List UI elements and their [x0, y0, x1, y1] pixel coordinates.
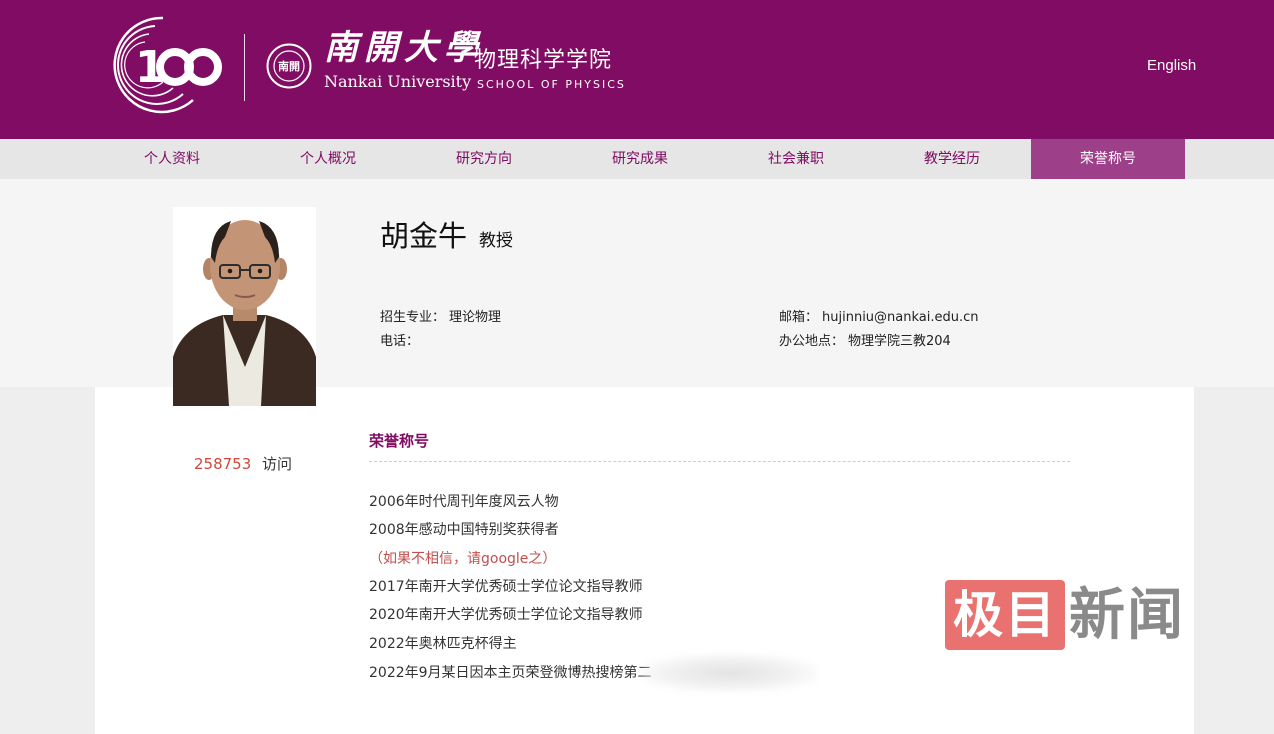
- office-label: 办公地点：: [779, 334, 845, 349]
- watermark-logo: 极目: [945, 580, 1065, 650]
- main-nav: 个人资料 个人概况 研究方向 研究成果 社会兼职 教学经历 荣誉称号: [0, 139, 1274, 179]
- nav-item-personal-info[interactable]: 个人资料: [95, 139, 249, 179]
- watermark-box-text: 极目: [953, 586, 1057, 644]
- honor-item: 2017年南开大学优秀硕士学位论文指导教师: [369, 579, 643, 595]
- major-label: 招生专业：: [380, 310, 446, 325]
- nav-item-overview[interactable]: 个人概况: [251, 139, 405, 179]
- watermark-text: 新闻: [1069, 582, 1185, 648]
- nav-item-teaching[interactable]: 教学经历: [875, 139, 1029, 179]
- profile-photo: [173, 207, 316, 406]
- visit-count: 258753: [194, 455, 252, 473]
- honor-item: 2022年9月某日因本主页荣登微博热搜榜第二: [369, 665, 652, 681]
- school-name-cn: 物理科学学院: [474, 48, 613, 73]
- nav-item-research-direction[interactable]: 研究方向: [407, 139, 561, 179]
- logo-divider: [244, 34, 245, 101]
- major-field: 招生专业： 理论物理: [380, 309, 501, 327]
- honor-item: 2022年奥林匹克杯得主: [369, 636, 517, 652]
- university-name-en: Nankai University: [324, 72, 472, 91]
- nav-item-research-results[interactable]: 研究成果: [563, 139, 717, 179]
- university-name-cn: 南開大學: [324, 28, 484, 68]
- honor-item: 2020年南开大学优秀硕士学位论文指导教师: [369, 607, 643, 623]
- office-field: 办公地点： 物理学院三教204: [779, 333, 951, 351]
- honor-note: （如果不相信，请google之）: [369, 551, 557, 567]
- email-label: 邮箱：: [779, 310, 819, 325]
- university-seal-icon: 南開: [266, 43, 312, 89]
- professor-name: 胡金牛: [380, 219, 468, 253]
- email-value[interactable]: hujinniu@nankai.edu.cn: [822, 310, 979, 325]
- portrait-image: [173, 207, 316, 406]
- school-name-en: SCHOOL OF PHYSICS: [477, 78, 626, 91]
- nav-item-honors[interactable]: 荣誉称号: [1031, 139, 1185, 179]
- site-header: 1 南開 南開大學 Nankai University 物理科学学院 SCHOO…: [0, 0, 1274, 139]
- honor-item: 2008年感动中国特别奖获得者: [369, 522, 559, 538]
- section-divider: [369, 461, 1070, 462]
- office-value: 物理学院三教204: [848, 334, 951, 349]
- honor-item: 2006年时代周刊年度风云人物: [369, 494, 559, 510]
- phone-label: 电话：: [380, 334, 420, 349]
- phone-field: 电话：: [380, 333, 419, 351]
- svg-text:南開: 南開: [278, 59, 300, 73]
- english-link[interactable]: English: [1147, 57, 1196, 75]
- centennial-logo-icon: 1: [113, 16, 222, 114]
- visit-label: 访问: [262, 455, 293, 473]
- professor-title: 教授: [479, 231, 513, 251]
- nav-item-social-positions[interactable]: 社会兼职: [719, 139, 873, 179]
- major-value: 理论物理: [449, 310, 502, 325]
- blurred-region: [640, 654, 818, 692]
- email-field: 邮箱： hujinniu@nankai.edu.cn: [779, 309, 979, 327]
- honors-section-title: 荣誉称号: [369, 432, 430, 450]
